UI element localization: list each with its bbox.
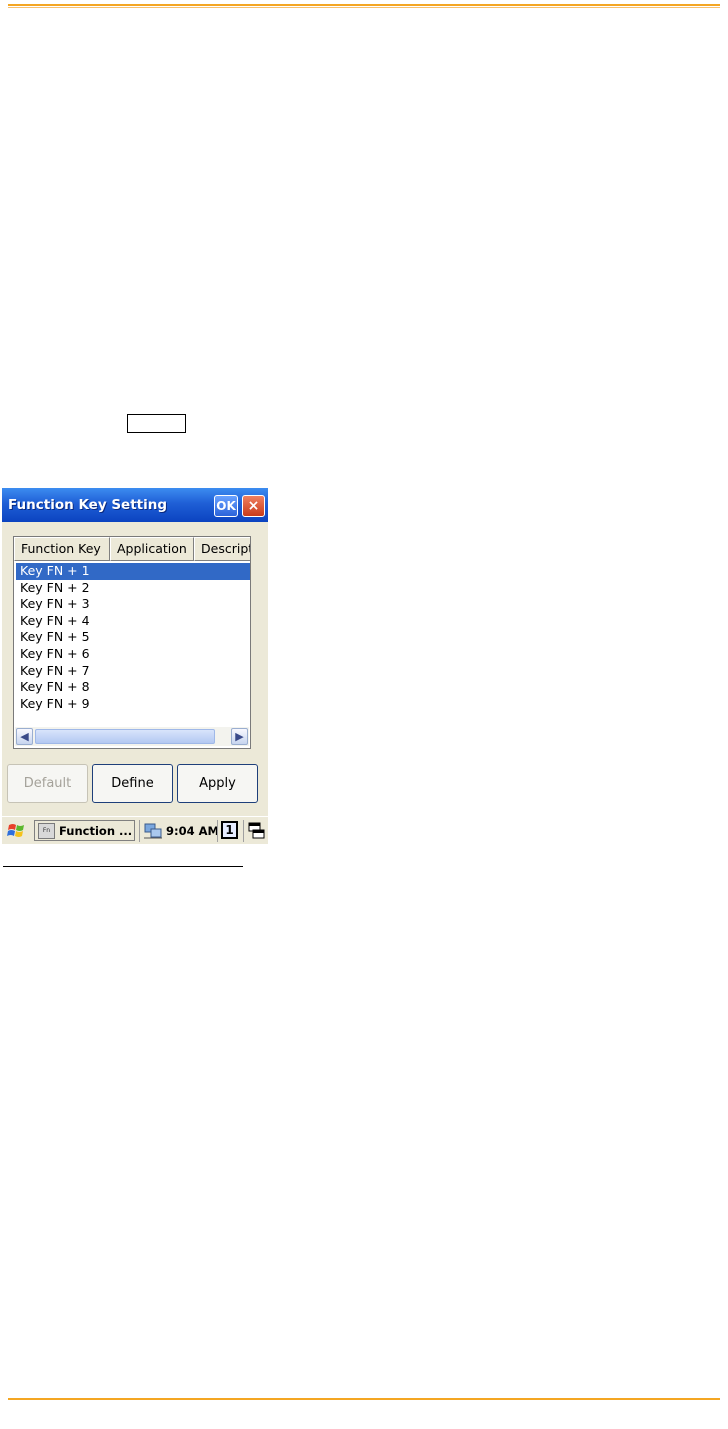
list-rows: Key FN + 1 Key FN + 2 Key FN + 3 Key FN …	[16, 563, 250, 712]
device-screen: Function Key Setting OK × Function Key A…	[2, 488, 268, 844]
column-header-application[interactable]: Application	[110, 537, 194, 561]
scroll-left-icon[interactable]: ◀	[16, 728, 33, 745]
header-rule-shadow	[8, 7, 720, 8]
list-item[interactable]: Key FN + 3	[16, 596, 250, 613]
app-icon: Fn	[38, 822, 55, 839]
list-item[interactable]: Key FN + 9	[16, 696, 250, 713]
start-flag-icon[interactable]	[6, 821, 28, 841]
scrollbar-thumb[interactable]	[35, 729, 215, 744]
caption-rule	[3, 866, 243, 867]
taskbar-divider	[217, 820, 218, 842]
list-item[interactable]: Key FN + 1	[16, 563, 250, 580]
list-item[interactable]: Key FN + 5	[16, 629, 250, 646]
header-rule	[8, 4, 720, 6]
define-button[interactable]: Define	[92, 764, 173, 803]
taskbar-button-function[interactable]: Fn Function ...	[34, 820, 135, 841]
taskbar: Fn Function ... 9:04 AM 1	[2, 816, 268, 844]
title-bar: Function Key Setting OK ×	[2, 488, 268, 522]
input-panel-indicator[interactable]: 1	[221, 821, 238, 839]
list-header: Function Key Application Descripti	[14, 537, 250, 561]
footer-rule	[8, 1398, 720, 1400]
list-item[interactable]: Key FN + 2	[16, 580, 250, 597]
column-header-function-key[interactable]: Function Key	[14, 537, 110, 561]
network-icon[interactable]	[143, 823, 163, 839]
list-item[interactable]: Key FN + 7	[16, 663, 250, 680]
column-header-description[interactable]: Descripti	[194, 537, 250, 561]
horizontal-scrollbar[interactable]: ◀ ▶	[15, 727, 249, 746]
list-item[interactable]: Key FN + 6	[16, 646, 250, 663]
inline-key-box	[127, 414, 186, 433]
default-button[interactable]: Default	[7, 764, 88, 803]
switch-windows-icon[interactable]	[248, 822, 266, 840]
list-item[interactable]: Key FN + 4	[16, 613, 250, 630]
clock[interactable]: 9:04 AM	[166, 824, 219, 838]
window-title: Function Key Setting	[8, 497, 168, 513]
scroll-right-icon[interactable]: ▶	[231, 728, 248, 745]
apply-button[interactable]: Apply	[177, 764, 258, 803]
taskbar-divider	[243, 820, 244, 842]
close-button[interactable]: ×	[242, 495, 265, 517]
function-key-list[interactable]: Function Key Application Descripti Key F…	[13, 536, 251, 749]
list-item[interactable]: Key FN + 8	[16, 679, 250, 696]
taskbar-divider	[139, 820, 140, 842]
ok-button[interactable]: OK	[214, 495, 238, 517]
taskbar-button-label: Function ...	[59, 823, 133, 838]
